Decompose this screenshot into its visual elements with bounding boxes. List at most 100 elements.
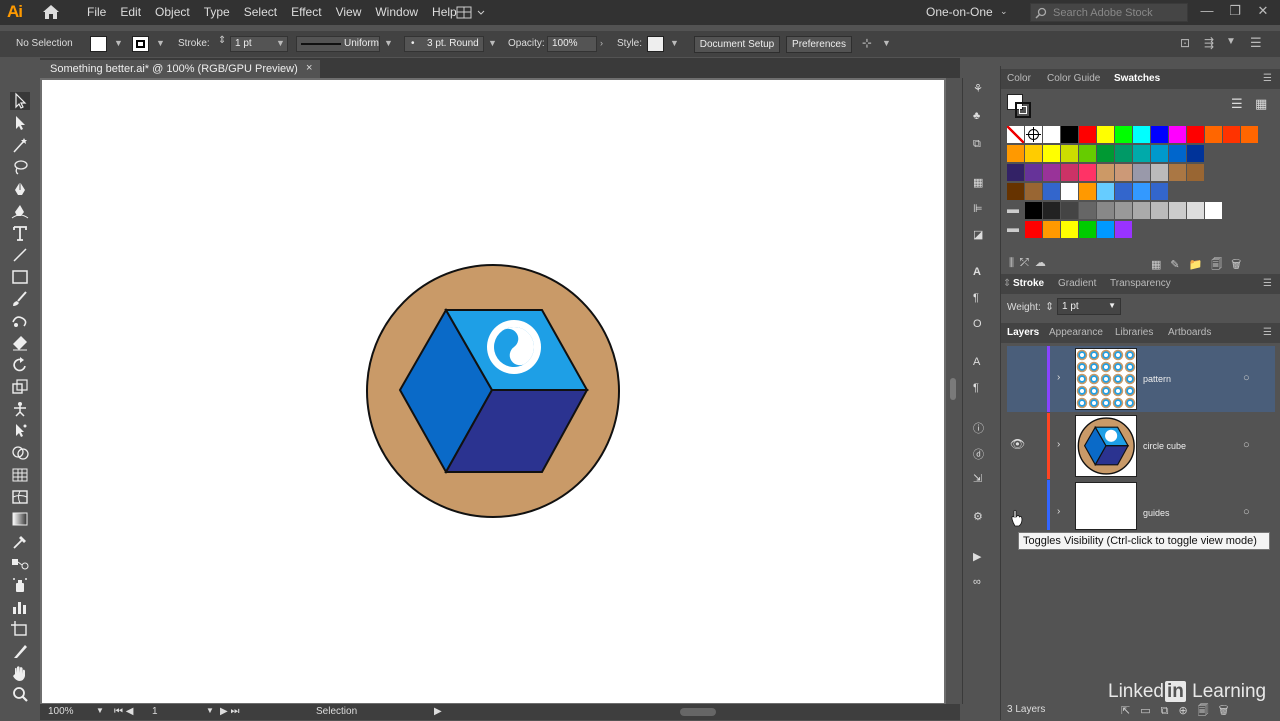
color-swatch[interactable] <box>1061 164 1078 181</box>
stroke-weight-dropdown-icon[interactable]: ▼ <box>276 38 286 48</box>
menu-file[interactable]: File <box>80 0 113 25</box>
color-swatch[interactable] <box>1025 145 1042 162</box>
preferences-button[interactable]: Preferences <box>786 36 852 53</box>
rectangle-tool-icon[interactable] <box>10 268 30 286</box>
color-swatch[interactable] <box>1061 202 1078 219</box>
align-panel-strip-icon[interactable]: ⊫ <box>973 202 991 219</box>
color-swatch[interactable] <box>1115 202 1132 219</box>
none-swatch[interactable] <box>1007 126 1024 143</box>
properties-icon[interactable]: ⚘ <box>973 82 991 99</box>
layer-target-icon[interactable]: ○ <box>1243 439 1250 451</box>
menu-effect[interactable]: Effect <box>284 0 328 25</box>
color-swatch[interactable] <box>1115 164 1132 181</box>
vertical-scrollbar[interactable] <box>946 78 960 704</box>
color-swatch[interactable] <box>1043 145 1060 162</box>
weight-field[interactable]: 1 pt ▼ <box>1057 298 1121 315</box>
lasso-tool-icon[interactable] <box>10 158 30 176</box>
color-swatch[interactable] <box>1115 183 1132 200</box>
restore-icon[interactable]: ❐ <box>1228 3 1242 19</box>
color-swatch[interactable] <box>1115 145 1132 162</box>
tab-layers[interactable]: Layers <box>1007 327 1039 338</box>
workspace-switcher[interactable]: One-on-One <box>926 0 993 25</box>
color-swatch[interactable] <box>1043 126 1060 143</box>
arrange-documents-icon[interactable] <box>456 6 486 19</box>
color-swatch[interactable] <box>1043 221 1060 238</box>
opentype-icon[interactable]: O <box>973 318 991 335</box>
layer-expand-icon[interactable]: › <box>1057 372 1060 383</box>
document-info-icon[interactable]: ⓓ <box>973 446 991 463</box>
pathfinder-icon[interactable]: ◪ <box>973 228 991 245</box>
menu-edit[interactable]: Edit <box>113 0 148 25</box>
layer-target-icon[interactable]: ○ <box>1243 372 1250 384</box>
tab-color[interactable]: Color <box>1007 73 1031 84</box>
layer-name[interactable]: guides <box>1143 508 1170 518</box>
color-swatch[interactable] <box>1079 221 1096 238</box>
workspace-chevron-icon[interactable]: ⌄ <box>1000 6 1008 17</box>
brush-dropdown-icon[interactable]: ▼ <box>488 38 498 48</box>
character-icon[interactable]: A <box>973 266 991 283</box>
layer-row-pattern[interactable]: › pattern ○ <box>1007 346 1275 412</box>
tab-color-guide[interactable]: Color Guide <box>1047 73 1100 84</box>
tab-swatches[interactable]: Swatches <box>1114 73 1160 84</box>
color-swatch[interactable] <box>1187 164 1204 181</box>
slice-tool-icon[interactable] <box>10 642 30 660</box>
color-swatch[interactable] <box>1133 145 1150 162</box>
color-swatch[interactable] <box>1097 183 1114 200</box>
symbol-sprayer-icon[interactable] <box>10 576 30 594</box>
layer-name[interactable]: pattern <box>1143 374 1171 384</box>
color-swatch[interactable] <box>1133 164 1150 181</box>
free-transform-icon[interactable] <box>10 422 30 440</box>
gradient-tool-icon[interactable] <box>10 510 30 528</box>
layer-name[interactable]: circle cube <box>1143 441 1186 451</box>
align-icon[interactable]: ⊹ <box>862 36 872 50</box>
list-view-icon[interactable]: ☰ <box>1231 96 1243 112</box>
swatch-library-icons[interactable]: ⫼⤱☁ <box>1009 256 1052 270</box>
fill-swatch[interactable] <box>90 36 107 52</box>
color-swatch[interactable] <box>1097 202 1114 219</box>
color-swatch[interactable] <box>1043 183 1060 200</box>
color-swatch[interactable] <box>1025 183 1042 200</box>
color-swatch[interactable] <box>1043 202 1060 219</box>
puppet-warp-icon[interactable] <box>10 400 30 418</box>
color-swatch[interactable] <box>1115 221 1132 238</box>
color-swatch[interactable] <box>1169 126 1186 143</box>
color-swatch[interactable] <box>1151 183 1168 200</box>
align-dropdown-icon[interactable]: ▼ <box>882 38 892 48</box>
color-swatch[interactable] <box>1133 183 1150 200</box>
color-swatch[interactable] <box>1097 145 1114 162</box>
color-swatch[interactable] <box>1151 126 1168 143</box>
opacity-arrow-icon[interactable]: › <box>600 38 610 48</box>
layers-menu-icon[interactable]: ☰ <box>1263 327 1272 338</box>
document-setup-button[interactable]: Document Setup <box>694 36 780 53</box>
color-swatch[interactable] <box>1079 126 1096 143</box>
color-swatch[interactable] <box>1133 202 1150 219</box>
color-swatch[interactable] <box>1187 202 1204 219</box>
profile-dropdown-icon[interactable]: ▼ <box>384 38 394 48</box>
fill-dropdown-icon[interactable]: ▼ <box>114 38 124 48</box>
artboard-tool-icon[interactable] <box>10 620 30 638</box>
color-swatch[interactable] <box>1241 126 1258 143</box>
swatches-menu-icon[interactable]: ☰ <box>1263 73 1272 84</box>
shaper-tool-icon[interactable] <box>10 312 30 330</box>
swatch-action-icons[interactable]: ▦✎📁🗐🗑 <box>1151 256 1250 275</box>
opacity-field[interactable]: 100% <box>547 36 597 52</box>
color-swatch[interactable] <box>1043 164 1060 181</box>
align-panel-icon[interactable]: ⇶ <box>1204 36 1214 50</box>
stock-search-input[interactable]: Search Adobe Stock <box>1030 3 1188 22</box>
color-swatch[interactable] <box>1025 202 1042 219</box>
color-swatch[interactable] <box>1025 164 1042 181</box>
swatch-group-folder-icon[interactable]: ▬ <box>1007 202 1024 219</box>
color-swatch[interactable] <box>1115 126 1132 143</box>
type-tool-icon[interactable] <box>10 224 30 242</box>
tab-appearance[interactable]: Appearance <box>1049 327 1103 338</box>
menu-window[interactable]: Window <box>368 0 425 25</box>
paintbrush-tool-icon[interactable] <box>10 290 30 308</box>
color-swatch[interactable] <box>1007 183 1024 200</box>
color-swatch[interactable] <box>1097 126 1114 143</box>
color-swatch[interactable] <box>1187 126 1204 143</box>
brush-definition[interactable]: • 3 pt. Round <box>404 36 484 52</box>
variable-width-profile[interactable]: Uniform <box>296 36 380 52</box>
export-icon[interactable]: ⇲ <box>973 472 991 489</box>
registration-swatch[interactable] <box>1025 126 1042 143</box>
align-dropdown-icon-2[interactable]: ▼ <box>1226 36 1236 47</box>
